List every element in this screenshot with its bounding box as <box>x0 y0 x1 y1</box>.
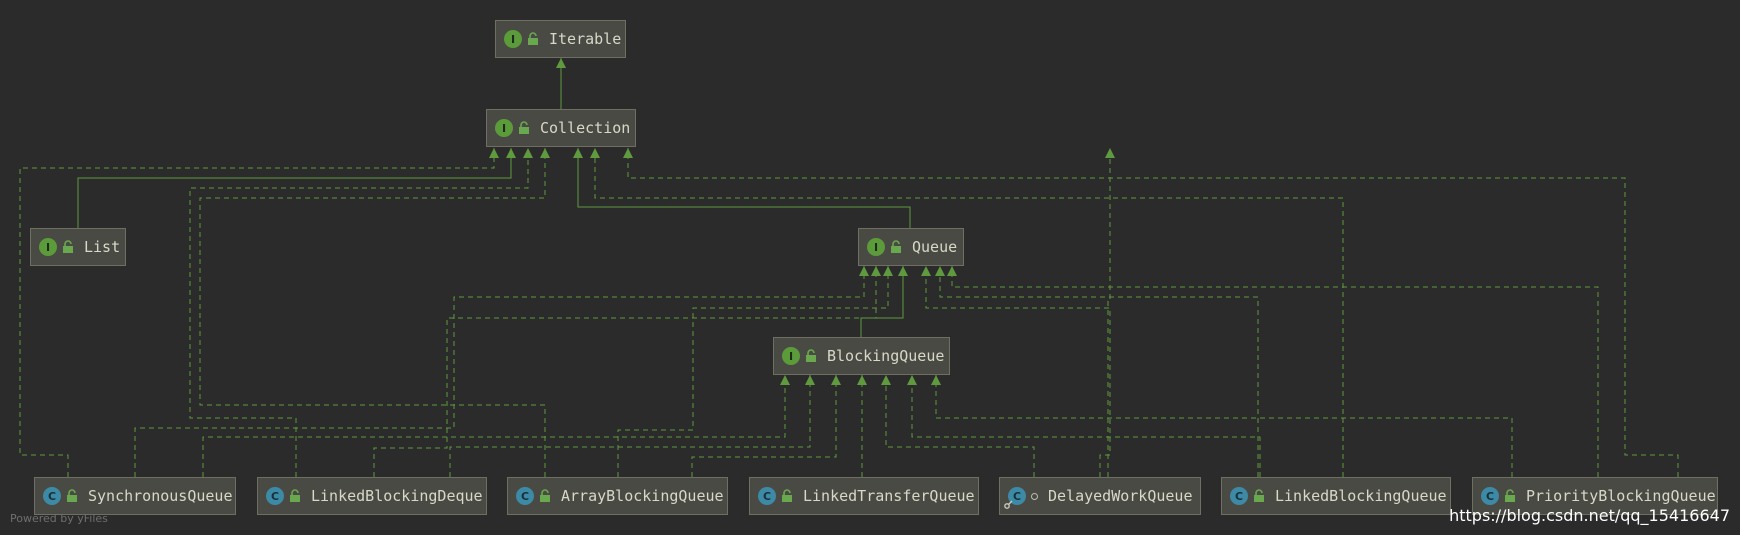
arrowhead <box>871 266 881 276</box>
arrowhead <box>947 266 957 276</box>
interface-icon: I <box>39 238 57 256</box>
arrowhead <box>573 148 583 158</box>
arrowhead <box>805 375 815 385</box>
edge-queue-to-collection <box>573 148 911 228</box>
edge-linkedtransferqueue-to-blockingqueue <box>857 375 867 477</box>
powered-by-label: Powered by yFiles <box>10 512 108 525</box>
public-lock-icon <box>528 32 538 45</box>
edge-synchronousqueue-to-blockingqueue <box>202 375 790 477</box>
edge-blockingqueue-to-queue <box>860 266 908 337</box>
edge-priorityblockingqueue-to-blockingqueue <box>931 375 1513 477</box>
arrowhead <box>523 148 533 158</box>
arrowhead <box>1105 148 1115 158</box>
public-lock-icon <box>63 240 73 253</box>
edge-layer <box>19 58 1679 477</box>
edge-delayedworkqueue-to-blockingqueue <box>881 375 1035 477</box>
public-lock-icon <box>67 489 77 502</box>
class-icon: C <box>266 487 284 505</box>
interface-icon: I <box>867 238 885 256</box>
node-label: ArrayBlockingQueue <box>561 487 724 505</box>
arrowhead <box>506 148 516 158</box>
uml-diagram-canvas: I Iterable I Collection I List I Queue I… <box>0 0 1740 535</box>
node-label: LinkedBlockingQueue <box>1275 487 1447 505</box>
interface-icon: I <box>495 119 513 137</box>
class-icon: C <box>1481 487 1499 505</box>
public-lock-icon <box>1254 489 1264 502</box>
arrowhead <box>556 58 566 68</box>
node-iterable[interactable]: I Iterable <box>495 20 626 58</box>
static-key-icon <box>1004 500 1013 509</box>
node-label: LinkedBlockingDeque <box>311 487 483 505</box>
arrowhead <box>883 266 893 276</box>
node-label: Iterable <box>549 30 622 48</box>
node-label: List <box>84 238 121 256</box>
edge-priorityblockingqueue-to-collection <box>623 148 1679 477</box>
node-blockingqueue[interactable]: I BlockingQueue <box>773 337 950 375</box>
public-lock-icon <box>290 489 300 502</box>
node-label: LinkedTransferQueue <box>803 487 975 505</box>
arrowhead <box>935 266 945 276</box>
edge-list-to-collection <box>77 148 516 228</box>
arrowhead <box>907 375 917 385</box>
edge-linkedblockingqueue-to-queue <box>935 266 1259 477</box>
watermark: https://blog.csdn.net/qq_15416647 <box>1449 506 1730 525</box>
node-label: SynchronousQueue <box>88 487 233 505</box>
public-lock-icon <box>1505 489 1515 502</box>
arrowhead <box>831 375 841 385</box>
class-icon: C <box>1230 487 1248 505</box>
arrowhead <box>921 266 931 276</box>
edge-synchronousqueue-to-queue <box>134 266 869 477</box>
node-linkedtransferqueue[interactable]: C LinkedTransferQueue <box>749 477 979 515</box>
interface-icon: I <box>504 30 522 48</box>
edge-linkedblockingqueue-to-collection <box>590 148 1344 477</box>
class-icon: C <box>758 487 776 505</box>
node-queue[interactable]: I Queue <box>858 228 964 266</box>
arrowhead <box>881 375 891 385</box>
node-label: PriorityBlockingQueue <box>1526 487 1716 505</box>
node-collection[interactable]: I Collection <box>486 109 636 147</box>
arrowhead <box>623 148 633 158</box>
arrowhead <box>898 266 908 276</box>
edge-linkedblockingdeque-to-blockingqueue <box>449 375 815 477</box>
package-private-dot-icon <box>1031 492 1038 500</box>
arrowhead <box>540 148 550 158</box>
arrowhead <box>590 148 600 158</box>
edge-linkedblockingqueue-to-blockingqueue <box>907 375 1261 477</box>
interface-icon: I <box>782 347 800 365</box>
node-label: Queue <box>912 238 958 256</box>
class-icon: C <box>1004 487 1026 509</box>
arrowhead <box>489 148 499 158</box>
arrowhead <box>859 266 869 276</box>
public-lock-icon <box>540 489 550 502</box>
edge-collection-to-iterable <box>556 58 566 109</box>
node-label: BlockingQueue <box>827 347 945 365</box>
public-lock-icon <box>891 240 901 253</box>
node-synchronousqueue[interactable]: C SynchronousQueue <box>34 477 236 515</box>
node-label: DelayedWorkQueue <box>1048 487 1193 505</box>
public-lock-icon <box>519 121 529 134</box>
edge-priorityblockingqueue-to-queue <box>947 266 1599 477</box>
arrowhead <box>780 375 790 385</box>
node-arrayblockingqueue[interactable]: C ArrayBlockingQueue <box>507 477 728 515</box>
arrowhead <box>931 375 941 385</box>
class-letter: C <box>1012 489 1022 503</box>
node-list[interactable]: I List <box>30 228 126 266</box>
edge-arrayblockingqueue-to-blockingqueue <box>691 375 841 477</box>
class-icon: C <box>43 487 61 505</box>
public-lock-icon <box>806 349 816 362</box>
node-label: Collection <box>540 119 631 137</box>
arrowhead <box>857 375 867 385</box>
node-linkedblockingqueue[interactable]: C LinkedBlockingQueue <box>1221 477 1451 515</box>
public-lock-icon <box>782 489 792 502</box>
node-linkedblockingdeque[interactable]: C LinkedBlockingDeque <box>257 477 487 515</box>
class-icon: C <box>516 487 534 505</box>
node-delayedworkqueue[interactable]: C DelayedWorkQueue <box>999 477 1201 515</box>
